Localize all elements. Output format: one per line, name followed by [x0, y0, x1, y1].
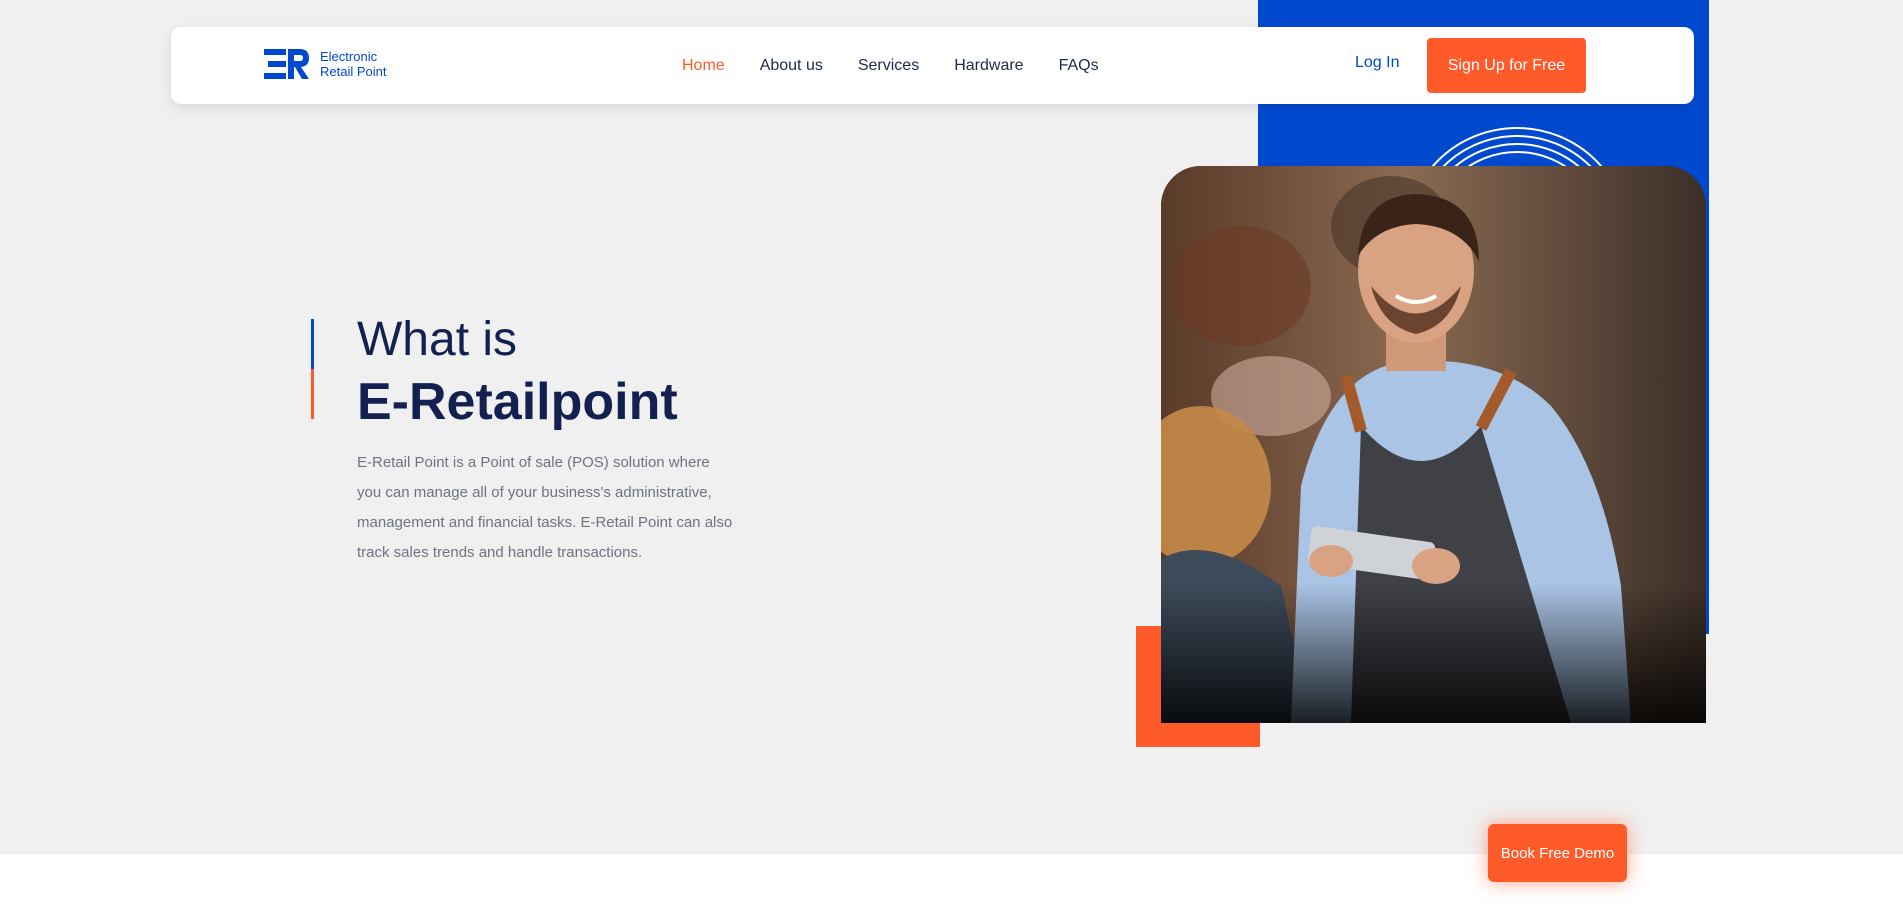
- nav-item-services[interactable]: Services: [858, 57, 919, 75]
- heading-accent-bar-orange: [311, 369, 314, 419]
- hero-section: What is E-Retailpoint E-Retail Point is …: [0, 0, 1903, 854]
- er-logo-icon: [264, 49, 309, 79]
- top-navbar: Electronic Retail Point Home About us Se…: [171, 27, 1694, 104]
- brand-name-line1: Electronic: [320, 49, 378, 64]
- hero-photo: [1161, 166, 1706, 723]
- nav-menu: Home About us Services Hardware FAQs: [682, 27, 1099, 104]
- signup-button[interactable]: Sign Up for Free: [1427, 38, 1586, 93]
- nav-item-hardware[interactable]: Hardware: [954, 57, 1023, 75]
- book-free-demo-button[interactable]: Book Free Demo: [1488, 824, 1627, 882]
- heading-accent-bar-blue: [311, 319, 314, 369]
- brand-name: Electronic Retail Point: [320, 49, 386, 79]
- brand-name-line2: Retail Point: [320, 64, 387, 79]
- nav-item-faqs[interactable]: FAQs: [1059, 57, 1099, 75]
- hero-heading-line1: What is: [357, 313, 518, 366]
- hero-heading-line2: E-Retailpoint: [357, 373, 678, 431]
- hero-description: E-Retail Point is a Point of sale (POS) …: [357, 454, 733, 561]
- nav-item-home[interactable]: Home: [682, 57, 725, 75]
- login-link[interactable]: Log In: [1355, 54, 1399, 72]
- nav-item-about-us[interactable]: About us: [760, 57, 823, 75]
- brand-logo[interactable]: Electronic Retail Point: [264, 49, 386, 79]
